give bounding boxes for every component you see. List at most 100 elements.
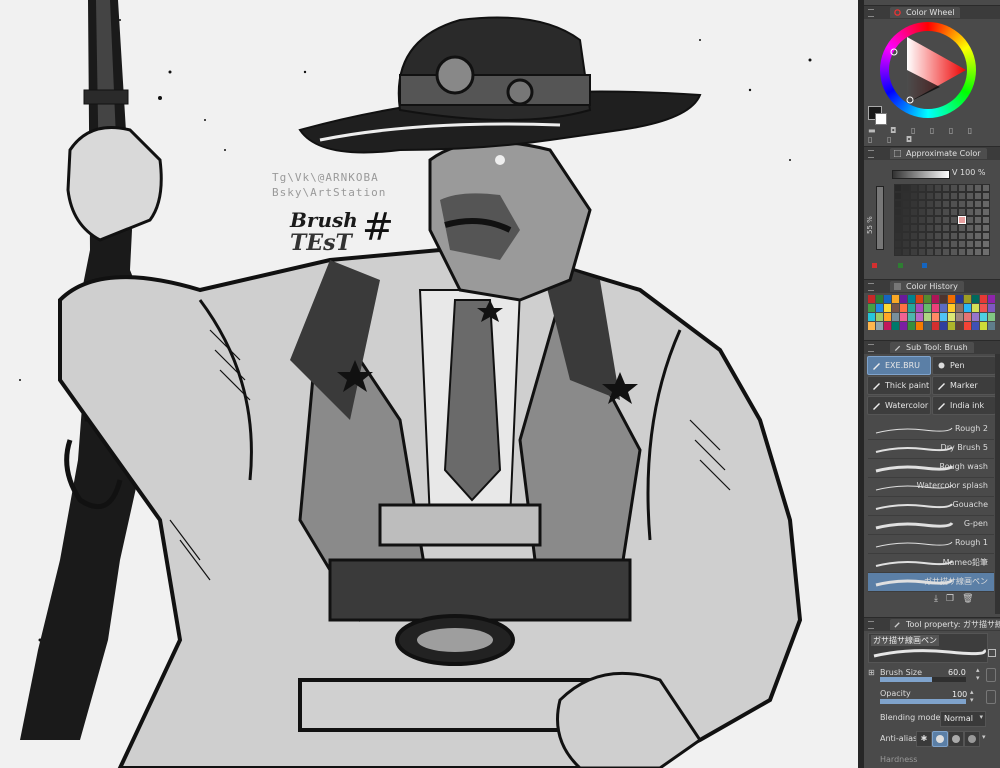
pressure-icon[interactable] — [986, 668, 996, 682]
history-swatch[interactable] — [972, 304, 979, 312]
approx-color-cell[interactable] — [943, 241, 949, 247]
brush-list-item[interactable]: Dry Brush 5 — [868, 440, 994, 459]
approx-color-cell[interactable] — [951, 185, 957, 191]
history-swatch[interactable] — [940, 313, 947, 321]
approx-color-cell[interactable] — [958, 216, 966, 224]
approx-color-cell[interactable] — [967, 201, 973, 207]
history-swatch[interactable] — [908, 322, 915, 330]
approx-color-cell[interactable] — [911, 193, 917, 199]
approx-color-cell[interactable] — [951, 241, 957, 247]
approx-color-cell[interactable] — [927, 201, 933, 207]
approx-color-cell[interactable] — [927, 193, 933, 199]
approx-color-cell[interactable] — [911, 233, 917, 239]
approx-color-cell[interactable] — [975, 249, 981, 255]
brush-list-item[interactable]: Mameo鉛筆 — [868, 554, 994, 573]
approx-color-cell[interactable] — [935, 217, 941, 223]
approx-color-cell[interactable] — [951, 233, 957, 239]
brush-list-item[interactable]: Rough 1 — [868, 535, 994, 554]
blending-mode-select[interactable]: Normal ▾ — [940, 711, 986, 727]
tool-button-thick-paint[interactable]: Thick paint — [867, 376, 931, 395]
approx-color-cell[interactable] — [967, 249, 973, 255]
approx-color-cell[interactable] — [911, 217, 917, 223]
opacity-settings-icon[interactable] — [986, 690, 996, 704]
approx-color-cell[interactable] — [903, 233, 909, 239]
history-swatch[interactable] — [908, 304, 915, 312]
approx-color-cell[interactable] — [943, 201, 949, 207]
chevron-down-icon[interactable]: ▾ — [982, 733, 986, 741]
approx-color-cell[interactable] — [983, 249, 989, 255]
approx-color-cell[interactable] — [935, 185, 941, 191]
history-swatch[interactable] — [940, 295, 947, 303]
approx-color-cell[interactable] — [983, 193, 989, 199]
history-swatch[interactable] — [980, 295, 987, 303]
approx-color-cell[interactable] — [975, 185, 981, 191]
tab-color-wheel[interactable]: Color Wheel — [890, 7, 961, 18]
tool-button-pen[interactable]: Pen — [932, 356, 996, 375]
history-swatch[interactable] — [988, 313, 995, 321]
approx-color-cell[interactable] — [911, 209, 917, 215]
history-swatch[interactable] — [956, 304, 963, 312]
history-swatch[interactable] — [964, 304, 971, 312]
approx-color-cell[interactable] — [935, 209, 941, 215]
approx-color-cell[interactable] — [927, 233, 933, 239]
history-swatch[interactable] — [868, 295, 875, 303]
tool-button-marker[interactable]: Marker — [932, 376, 996, 395]
history-swatch[interactable] — [972, 322, 979, 330]
approx-color-cell[interactable] — [943, 193, 949, 199]
approx-color-cell[interactable] — [927, 225, 933, 231]
history-swatch[interactable] — [940, 322, 947, 330]
approx-color-cell[interactable] — [959, 193, 965, 199]
anti-alias-none[interactable]: ✱ — [916, 731, 932, 747]
approx-color-cell[interactable] — [943, 217, 949, 223]
history-swatch[interactable] — [884, 322, 891, 330]
approx-color-cell[interactable] — [911, 241, 917, 247]
history-swatch[interactable] — [876, 322, 883, 330]
history-swatch[interactable] — [980, 313, 987, 321]
approx-color-cell[interactable] — [983, 217, 989, 223]
approx-color-cell[interactable] — [935, 249, 941, 255]
approx-color-cell[interactable] — [959, 241, 965, 247]
history-swatch[interactable] — [908, 295, 915, 303]
brush-list-item[interactable]: Rough 2 — [868, 421, 994, 440]
history-swatch[interactable] — [988, 304, 995, 312]
approx-color-cell[interactable] — [927, 249, 933, 255]
approx-color-cell[interactable] — [951, 201, 957, 207]
brush-size-stepper[interactable]: ▴ ▾ — [976, 666, 980, 682]
history-swatch[interactable] — [956, 322, 963, 330]
approx-color-cell[interactable] — [919, 225, 925, 231]
approx-color-cell[interactable] — [967, 217, 973, 223]
approx-color-cell[interactable] — [951, 225, 957, 231]
approx-color-cell[interactable] — [983, 233, 989, 239]
history-swatch[interactable] — [916, 322, 923, 330]
approx-color-cell[interactable] — [959, 209, 965, 215]
history-swatch[interactable] — [924, 304, 931, 312]
anti-alias-medium[interactable] — [948, 731, 964, 747]
history-swatch[interactable] — [932, 322, 939, 330]
history-swatch[interactable] — [988, 322, 995, 330]
history-swatch[interactable] — [900, 295, 907, 303]
grip-icon[interactable] — [868, 344, 874, 352]
drawing-canvas[interactable]: Tg\Vk\@ARNKOBA Bsky\ArtStation Brush TEs… — [0, 0, 858, 768]
tab-sub-tool[interactable]: Sub Tool: Brush — [890, 342, 974, 353]
lock-icon[interactable] — [988, 649, 996, 657]
sub-color-swatch[interactable] — [875, 113, 887, 125]
history-swatch[interactable] — [924, 313, 931, 321]
grip-icon[interactable] — [868, 283, 874, 291]
brush-list-item[interactable]: G-pen — [868, 516, 994, 535]
history-swatch[interactable] — [884, 304, 891, 312]
approx-color-cell[interactable] — [919, 249, 925, 255]
grip-icon[interactable] — [868, 621, 874, 629]
approx-color-cell[interactable] — [919, 193, 925, 199]
approx-color-cell[interactable] — [927, 209, 933, 215]
sub-tool-scrollbar[interactable] — [995, 354, 1000, 614]
approx-color-cell[interactable] — [903, 193, 909, 199]
approx-color-cell[interactable] — [911, 185, 917, 191]
history-swatch[interactable] — [876, 304, 883, 312]
color-history-grid[interactable] — [868, 295, 995, 331]
approx-color-cell[interactable] — [967, 185, 973, 191]
approx-color-cell[interactable] — [927, 185, 933, 191]
history-swatch[interactable] — [972, 313, 979, 321]
approx-color-cell[interactable] — [903, 201, 909, 207]
approx-color-cell[interactable] — [959, 185, 965, 191]
approx-color-cell[interactable] — [975, 241, 981, 247]
